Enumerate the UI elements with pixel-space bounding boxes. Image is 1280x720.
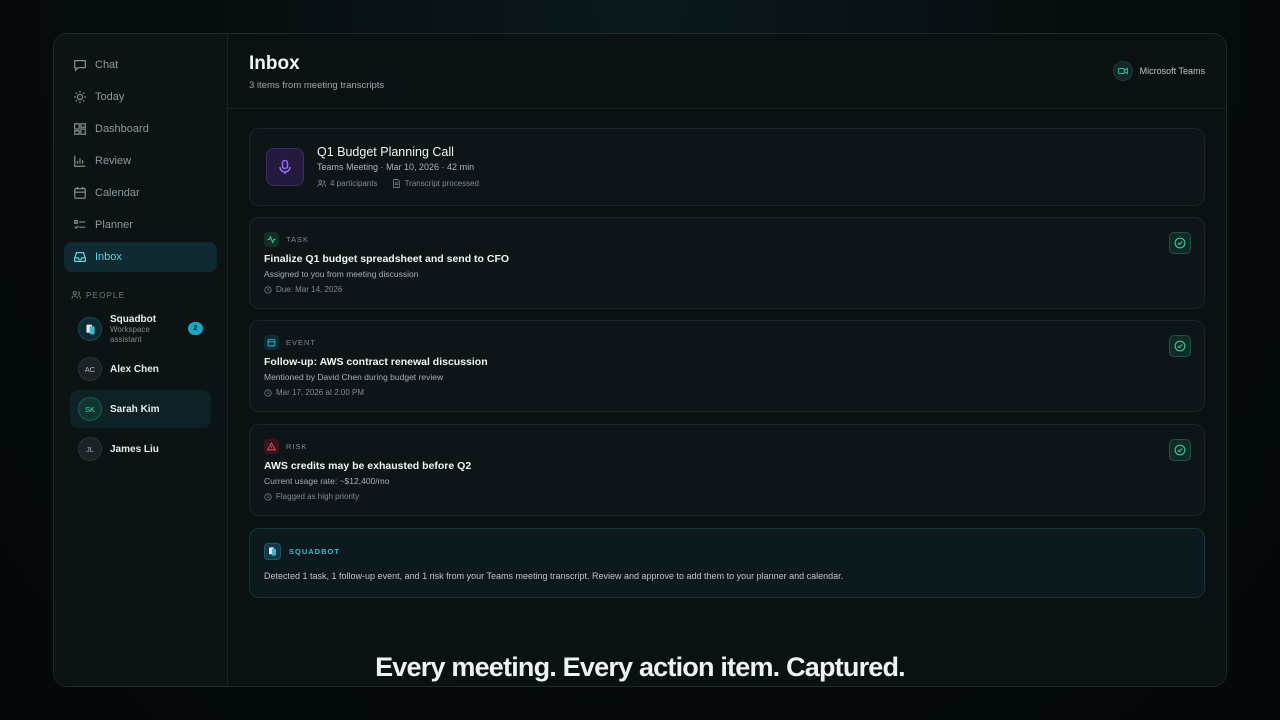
nav-label: Review (95, 155, 132, 167)
check-circle-icon (1174, 340, 1186, 352)
person-squadbot[interactable]: Squadbot Workspace assistant 2 (70, 308, 211, 350)
nav-dashboard[interactable]: Dashboard (64, 114, 217, 144)
person-alex-chen[interactable]: AC Alex Chen (70, 350, 211, 388)
avatar: JL (78, 437, 102, 461)
calendar-icon (73, 186, 87, 200)
meeting-title: Q1 Budget Planning Call (317, 145, 454, 159)
video-icon (1112, 61, 1133, 81)
chat-icon (73, 58, 87, 72)
item-title: AWS credits may be exhausted before Q2 (264, 460, 472, 472)
squadbot-logo-icon (78, 317, 102, 341)
participants-icon (317, 180, 326, 187)
person-james-liu[interactable]: JL James Liu (70, 430, 211, 468)
nav-label: Chat (95, 59, 119, 71)
approve-button[interactable] (1169, 232, 1191, 254)
approve-button[interactable] (1169, 439, 1191, 461)
item-title: Follow-up: AWS contract renewal discussi… (264, 356, 488, 368)
person-name: James Liu (110, 443, 159, 455)
people-icon (71, 291, 81, 299)
unread-badge: 2 (188, 322, 203, 335)
bar-chart-icon (73, 154, 87, 168)
microphone-icon (266, 148, 304, 186)
event-item-card[interactable]: EVENT Follow-up: AWS contract renewal di… (249, 320, 1205, 412)
item-description: Assigned to you from meeting discussion (264, 269, 419, 279)
nav-label: Calendar (95, 187, 140, 199)
approve-button[interactable] (1169, 335, 1191, 357)
page-subtitle: 3 items from meeting transcripts (249, 80, 385, 91)
calendar-icon (264, 335, 279, 350)
item-title: Finalize Q1 budget spreadsheet and send … (264, 253, 510, 265)
item-description: Mentioned by David Chen during budget re… (264, 372, 444, 382)
marketing-caption: Every meeting. Every action item. Captur… (375, 652, 906, 682)
nav-label: Inbox (95, 251, 122, 263)
person-subtitle: Workspace (110, 324, 150, 334)
squadbot-logo-icon (264, 543, 281, 560)
page-title: Inbox (249, 53, 300, 74)
nav-chat[interactable]: Chat (64, 50, 217, 80)
person-name: Sarah Kim (110, 403, 160, 415)
clock-icon (264, 388, 272, 397)
sidebar: Chat Today Dashboard Review Calendar Pla… (54, 34, 228, 686)
item-type: EVENT (264, 335, 316, 350)
nav-calendar[interactable]: Calendar (64, 178, 217, 208)
nav-planner[interactable]: Planner (64, 210, 217, 240)
integration-label: Microsoft Teams (1139, 66, 1205, 76)
person-sarah-kim[interactable]: SK Sarah Kim (70, 390, 211, 428)
item-meta: Due: Mar 14, 2026 (264, 285, 342, 294)
person-name: Squadbot (110, 313, 157, 325)
squadbot-summary-card: SQUADBOT Detected 1 task, 1 follow-up ev… (249, 528, 1205, 598)
nav-today[interactable]: Today (64, 82, 217, 112)
meeting-card[interactable]: Q1 Budget Planning Call Teams Meeting · … (249, 128, 1205, 206)
meeting-meta: Teams Meeting · Mar 10, 2026 · 42 min (317, 162, 475, 172)
avatar: SK (78, 397, 102, 421)
item-meta: Flagged as high priority (264, 492, 359, 501)
teams-integration[interactable]: Microsoft Teams (1112, 61, 1205, 81)
app-window: Chat Today Dashboard Review Calendar Pla… (53, 33, 1227, 687)
people-section-label: PEOPLE (71, 290, 227, 300)
avatar: AC (78, 357, 102, 381)
inbox-icon (73, 250, 87, 264)
dashboard-icon (73, 122, 87, 136)
main-panel: Inbox 3 items from meeting transcripts M… (228, 34, 1226, 686)
person-subtitle: assistant (110, 334, 142, 344)
planner-icon (73, 218, 87, 232)
check-circle-icon (1174, 444, 1186, 456)
sun-icon (73, 90, 87, 104)
document-icon (392, 179, 400, 188)
clock-icon (264, 492, 272, 501)
squadbot-message: Detected 1 task, 1 follow-up event, and … (264, 571, 844, 581)
item-type: RISK (264, 439, 308, 454)
nav-label: Today (95, 91, 125, 103)
item-description: Current usage rate: ~$12,400/mo (264, 476, 390, 486)
page-header: Inbox 3 items from meeting transcripts M… (228, 34, 1226, 109)
nav-review[interactable]: Review (64, 146, 217, 176)
nav-inbox[interactable]: Inbox (64, 242, 217, 272)
meeting-tags: 4 participants Transcript processed (317, 179, 493, 188)
participants-tag: 4 participants (317, 179, 378, 188)
squadbot-header: SQUADBOT (264, 543, 340, 560)
nav-label: Planner (95, 219, 133, 231)
risk-item-card[interactable]: RISK AWS credits may be exhausted before… (249, 424, 1205, 516)
item-type: TASK (264, 232, 309, 247)
task-item-card[interactable]: TASK Finalize Q1 budget spreadsheet and … (249, 217, 1205, 309)
person-name: Alex Chen (110, 363, 159, 375)
activity-icon (264, 232, 279, 247)
check-circle-icon (1174, 237, 1186, 249)
transcript-tag: Transcript processed (392, 179, 479, 188)
clock-icon (264, 285, 272, 294)
nav-label: Dashboard (95, 123, 149, 135)
warning-icon (264, 439, 279, 454)
item-meta: Mar 17, 2026 at 2:00 PM (264, 388, 364, 397)
